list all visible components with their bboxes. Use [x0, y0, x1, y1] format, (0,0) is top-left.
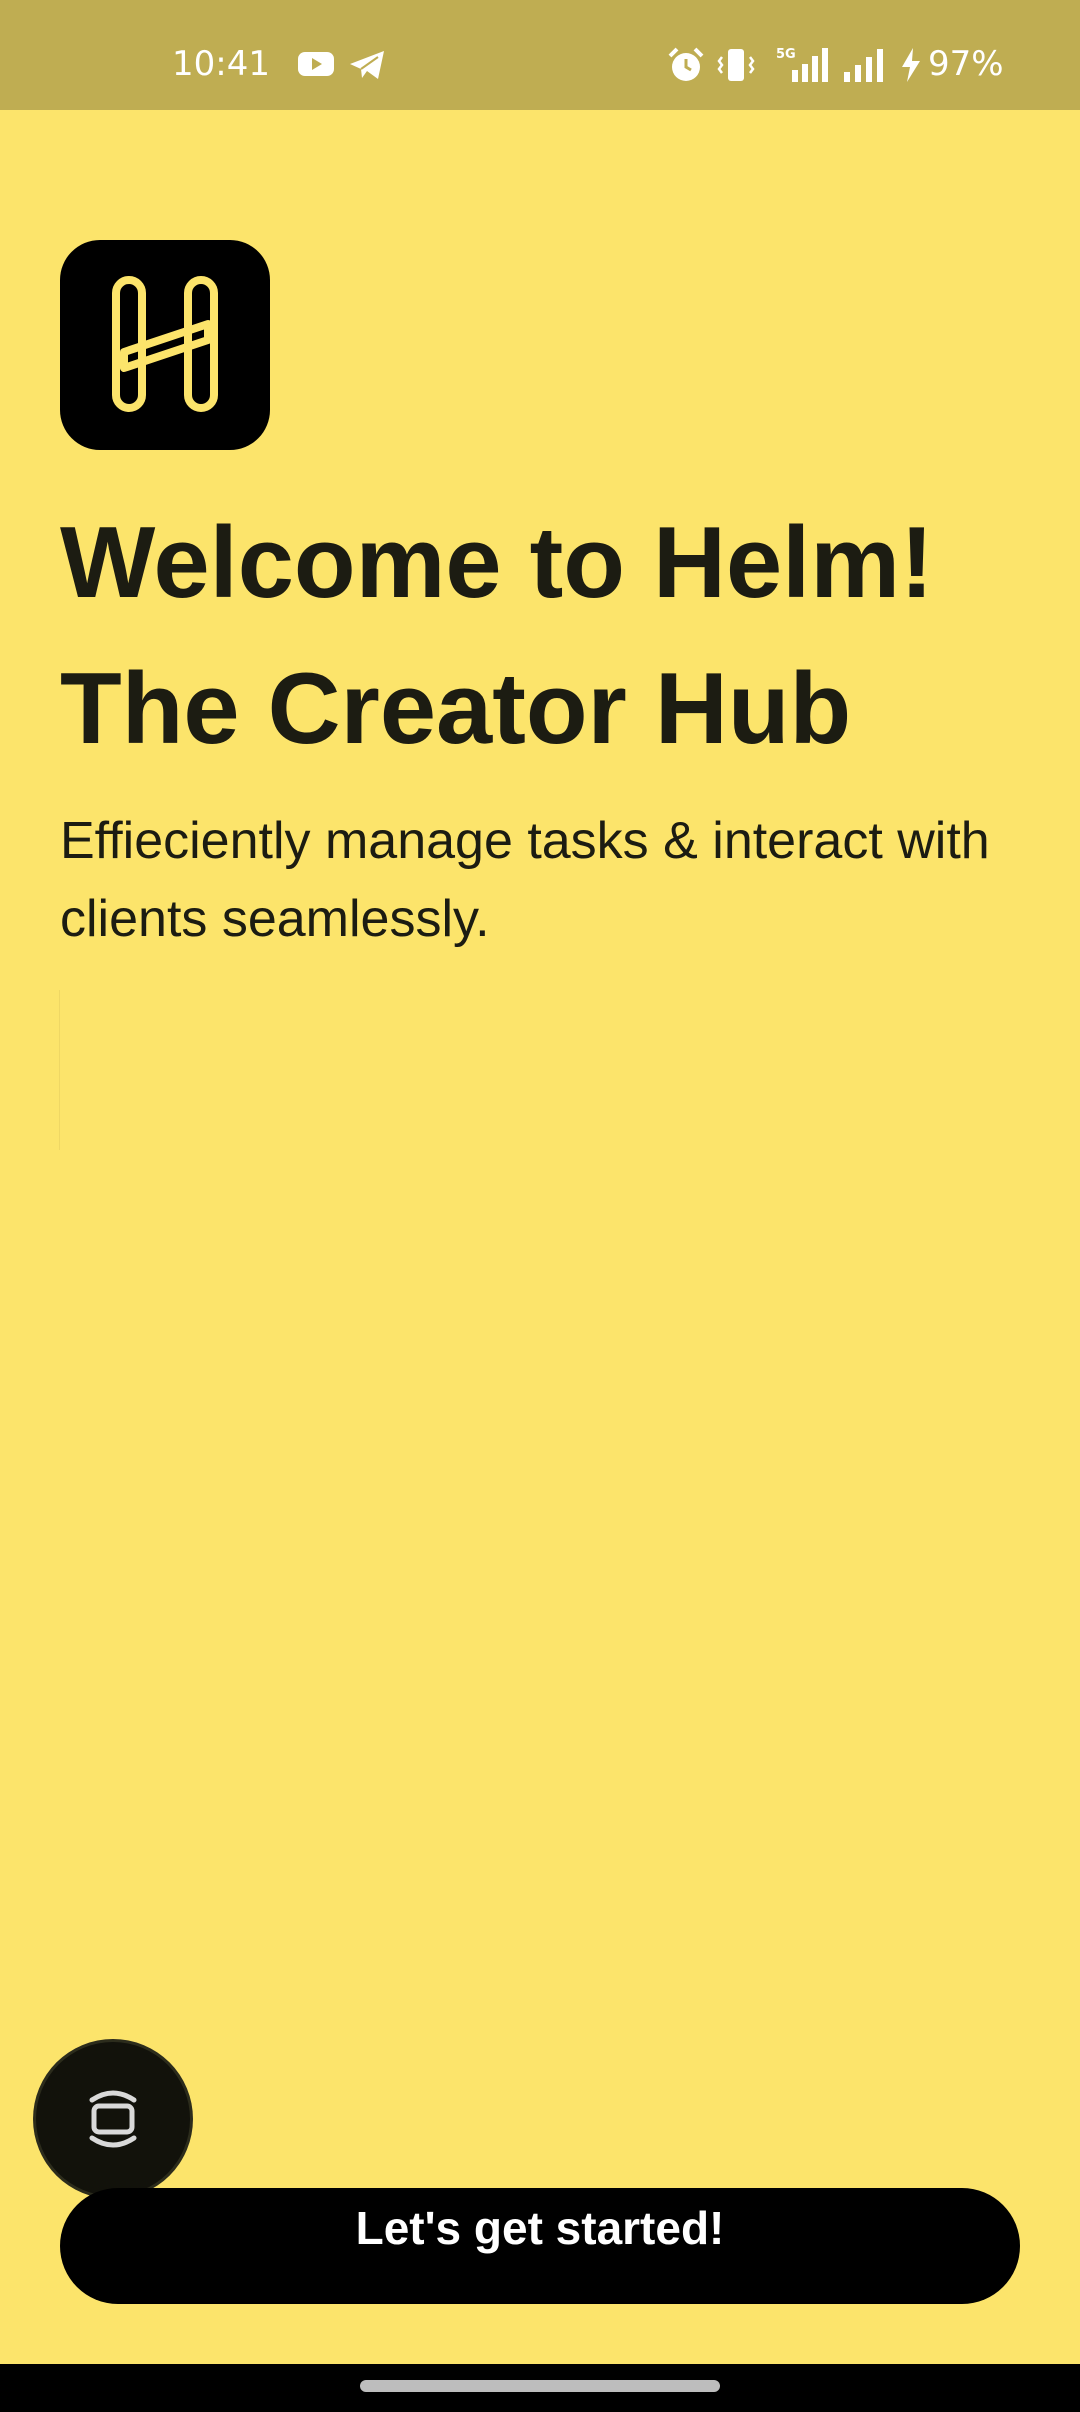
- status-bar: 10:41 5G 97%: [0, 0, 1080, 110]
- helm-logo-icon: [112, 276, 218, 412]
- welcome-headline: Welcome to Helm! The Creator Hub: [60, 507, 934, 765]
- navigation-bar: [0, 2364, 1080, 2412]
- vibrate-icon: [716, 46, 756, 88]
- svg-text:5G: 5G: [776, 47, 796, 62]
- charging-icon: [898, 46, 924, 88]
- divider: [59, 990, 60, 1150]
- alarm-icon: [666, 46, 706, 88]
- home-handle[interactable]: [360, 2380, 720, 2392]
- get-started-button[interactable]: Let's get started!: [60, 2188, 1020, 2304]
- welcome-subtitle: Effieciently manage tasks & interact wit…: [60, 812, 990, 948]
- signal-5g-icon: 5G: [768, 44, 832, 88]
- youtube-icon: [296, 48, 336, 84]
- screen-capture-icon: [89, 2090, 137, 2148]
- battery-percentage: 97%: [928, 44, 1004, 84]
- screen-capture-button[interactable]: [36, 2042, 190, 2196]
- status-time: 10:41: [172, 44, 270, 84]
- telegram-icon: [348, 48, 388, 86]
- signal-icon: [842, 46, 888, 88]
- app-logo: [60, 240, 270, 450]
